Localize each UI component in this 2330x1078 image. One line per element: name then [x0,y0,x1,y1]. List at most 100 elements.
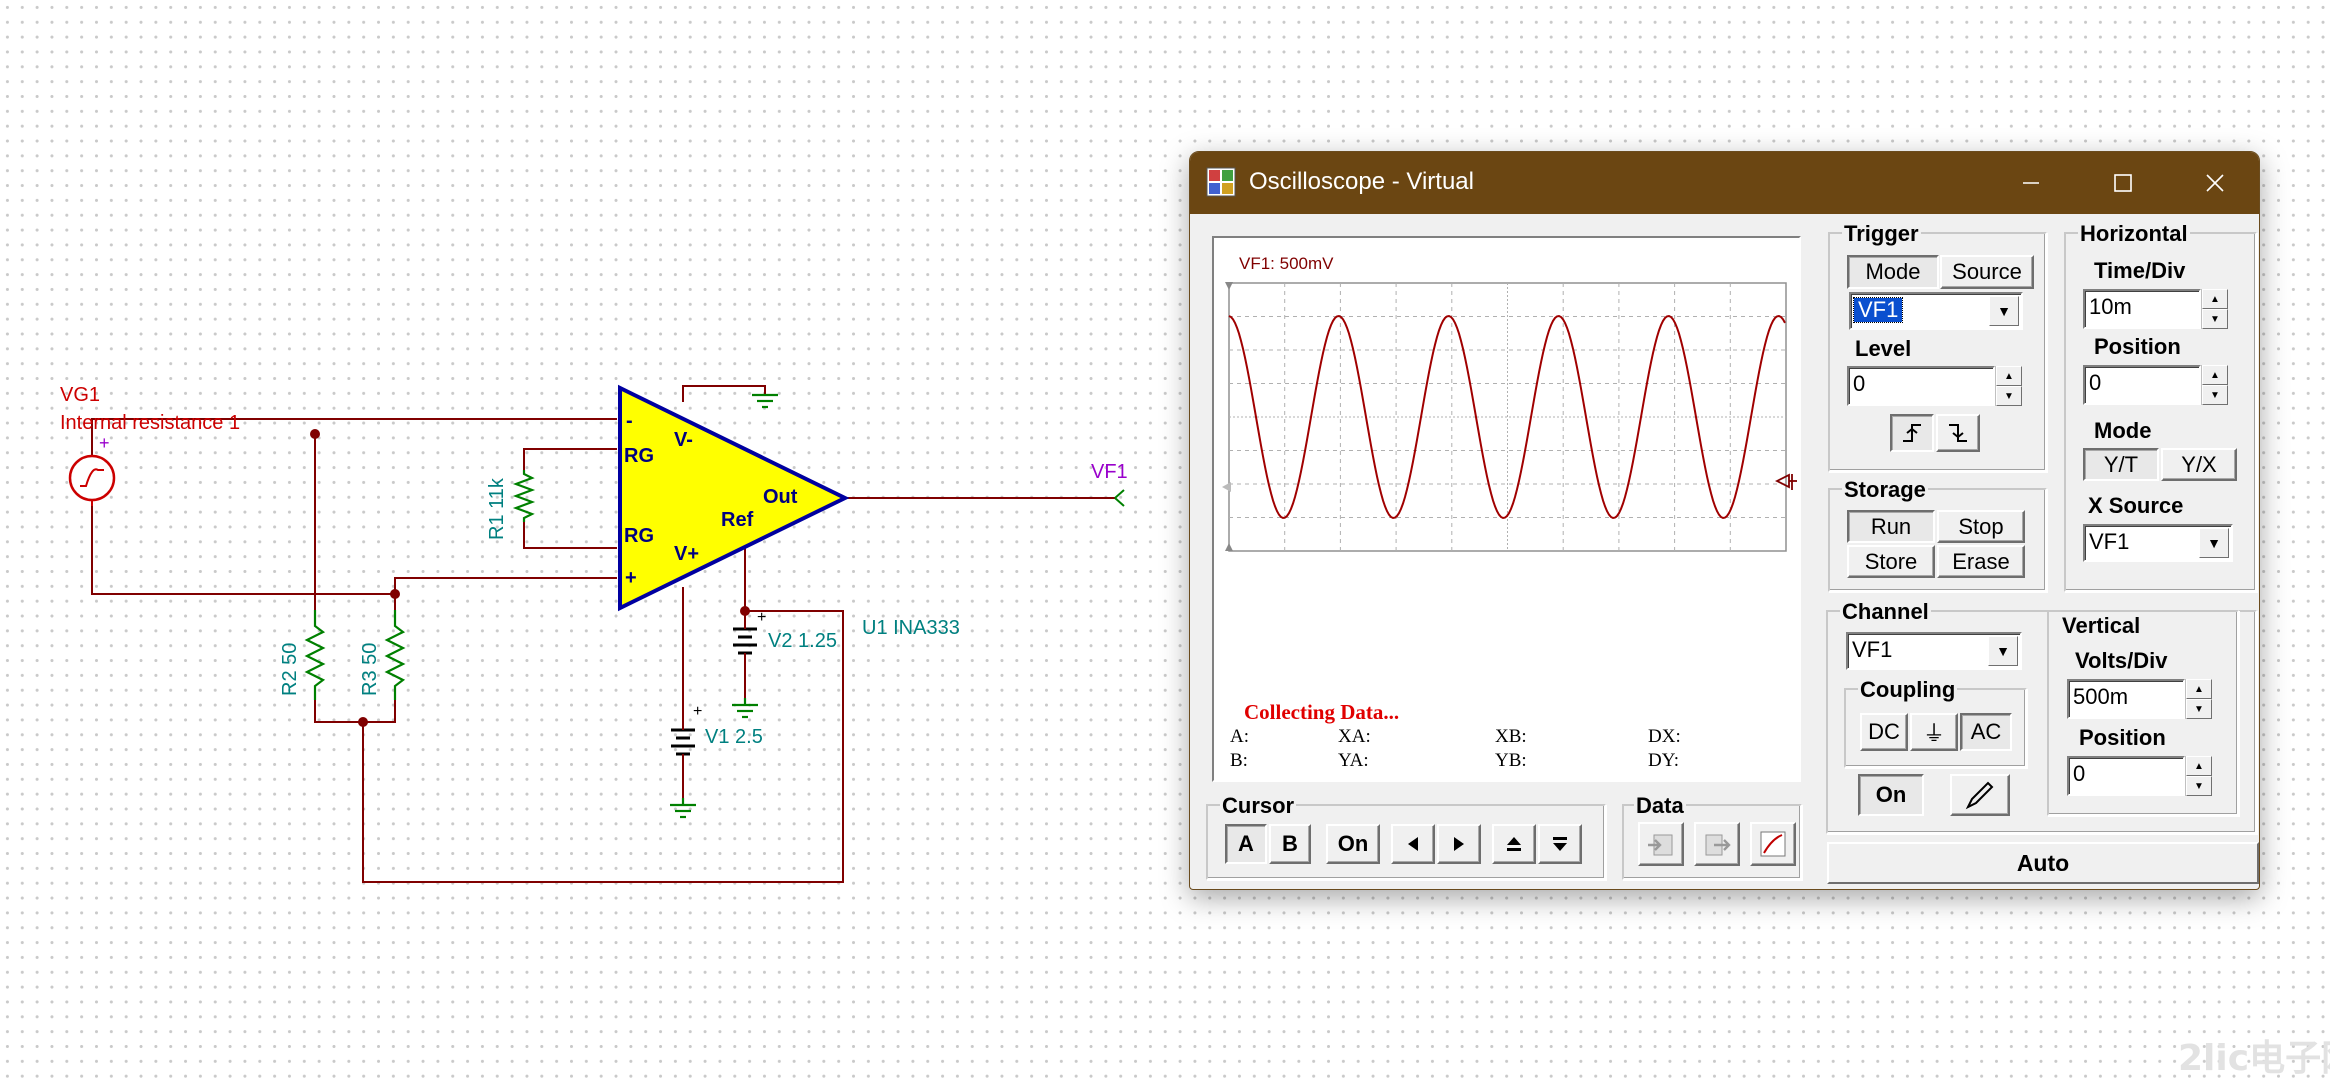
cursor-b-button[interactable]: B [1269,824,1311,864]
v1-battery[interactable] [671,718,695,798]
vg1-desc-label: Internal resistance 1 [60,412,240,434]
stepper-up-icon[interactable]: ▲ [1996,366,2022,386]
time-div-label: Time/Div [2094,258,2186,283]
channel-color-button[interactable] [1950,774,2010,816]
volts-div-stepper[interactable]: ▲ ▼ [2185,679,2212,719]
run-button[interactable]: Run [1847,510,1935,543]
cursor-up-button[interactable] [1492,824,1536,864]
oscilloscope-app-icon [1206,167,1236,197]
horizontal-position-value: 0 [2089,370,2102,395]
chevron-down-icon[interactable]: ▼ [1989,296,2019,326]
r1-resistor[interactable] [512,470,536,522]
auto-button[interactable]: Auto [1827,842,2259,884]
data-plot-button[interactable] [1750,822,1796,866]
trigger-source-button[interactable]: Source [1940,255,2034,289]
channel-select[interactable]: VF1 ▼ [1846,632,2022,670]
ac-coupling-button[interactable]: AC [1960,713,2012,751]
watermark-text: 2lic电子网 [2178,1038,2330,1078]
rising-edge-button[interactable] [1890,414,1934,452]
scope-display: VF1: 500mV [1222,254,1797,552]
time-div-stepper[interactable]: ▲ ▼ [2201,289,2228,329]
stepper-down-icon[interactable]: ▼ [2202,309,2228,329]
data-import-button[interactable] [1638,822,1684,866]
yx-mode-button[interactable]: Y/X [2161,448,2237,481]
stepper-up-icon[interactable]: ▲ [2202,365,2228,385]
cursor-right-button[interactable] [1437,824,1481,864]
pin-vneg-label: V- [674,429,693,451]
import-icon [1648,834,1673,856]
status-collecting: Collecting Data... [1244,700,1400,724]
oscilloscope-window[interactable]: Oscilloscope - Virtual VF1: 500mV Collec… [1189,151,2260,890]
stepper-down-icon[interactable]: ▼ [2202,385,2228,405]
channel-on-button[interactable]: On [1858,774,1924,816]
horizontal-position-stepper[interactable]: ▲ ▼ [2201,365,2228,405]
storage-group-title: Storage [1842,477,1928,502]
vg1-name-label: VG1 [60,384,100,406]
volts-div-label: Volts/Div [2075,648,2168,673]
readout-dy-label: DY: [1648,750,1679,771]
readout-yb-label: YB: [1495,750,1527,771]
ground-coupling-button[interactable]: ⏚ [1910,713,1958,751]
channel-scale-label: VF1: 500mV [1239,254,1334,273]
stop-button[interactable]: Stop [1937,510,2025,543]
ground-marker-icon [1222,482,1231,492]
r2-label: R2 50 [279,643,301,696]
pin-minus-label: - [626,410,633,432]
store-button[interactable]: Store [1847,545,1935,578]
stepper-up-icon[interactable]: ▲ [2186,756,2212,776]
maximize-button[interactable] [2077,152,2169,214]
r3-resistor[interactable] [384,610,406,700]
chevron-down-icon[interactable]: ▼ [1988,636,2018,666]
trigger-level-value: 0 [1853,371,1866,396]
horizontal-position-input[interactable]: 0 [2083,365,2201,405]
trigger-source-value: VF1 [1852,297,1904,323]
stepper-down-icon[interactable]: ▼ [1996,386,2022,406]
trigger-level-input[interactable]: 0 [1847,366,1995,406]
rising-edge-icon [1903,424,1921,442]
vg1-source[interactable] [68,454,116,506]
falling-edge-icon [1949,424,1967,442]
vertical-position-input[interactable]: 0 [2067,756,2185,796]
dc-coupling-button[interactable]: DC [1860,713,1908,751]
close-icon [2206,174,2224,192]
arrow-left-icon [1408,837,1418,851]
trigger-source-select[interactable]: VF1 ▼ [1849,292,2023,330]
readout-b-label: B: [1230,750,1248,771]
readout-dx-label: DX: [1648,726,1681,747]
data-export-button[interactable] [1694,822,1740,866]
ground-symbol-top [752,393,778,409]
x-source-select[interactable]: VF1 ▼ [2083,524,2233,562]
scope-screen[interactable]: VF1: 500mV Collecting Data... A: XA: XB:… [1212,236,1801,782]
stepper-down-icon[interactable]: ▼ [2186,699,2212,719]
pin-out-label: Out [763,486,798,508]
r2-resistor[interactable] [304,610,326,700]
erase-button[interactable]: Erase [1937,545,2025,578]
horizontal-group-title: Horizontal [2078,221,2190,246]
falling-edge-button[interactable] [1936,414,1980,452]
vertical-position-value: 0 [2073,761,2086,786]
title-bar[interactable]: Oscilloscope - Virtual [1190,152,2259,214]
v2-plus-sign: + [757,609,766,626]
chevron-down-icon[interactable]: ▼ [2199,528,2229,558]
cursor-down-button[interactable] [1538,824,1582,864]
cursor-left-button[interactable] [1391,824,1435,864]
trigger-mode-button[interactable]: Mode [1847,255,1939,289]
cursor-a-button[interactable]: A [1225,824,1267,864]
time-div-input[interactable]: 10m [2083,289,2201,329]
ina333-amplifier[interactable] [618,384,850,612]
close-button[interactable] [2169,152,2259,214]
cursor-on-button[interactable]: On [1326,824,1380,864]
stepper-up-icon[interactable]: ▲ [2186,679,2212,699]
stepper-up-icon[interactable]: ▲ [2202,289,2228,309]
window-title: Oscilloscope - Virtual [1249,168,1474,195]
pin-plus-label: + [625,567,637,589]
vf1-probe[interactable] [1114,489,1125,507]
trigger-level-stepper[interactable]: ▲ ▼ [1995,366,2022,406]
volts-div-input[interactable]: 500m [2067,679,2185,719]
vertical-position-stepper[interactable]: ▲ ▼ [2185,756,2212,796]
v2-battery[interactable] [733,611,757,698]
plot-icon [1760,831,1786,857]
yt-mode-button[interactable]: Y/T [2083,448,2159,481]
minimize-button[interactable] [1985,152,2077,214]
stepper-down-icon[interactable]: ▼ [2186,776,2212,796]
